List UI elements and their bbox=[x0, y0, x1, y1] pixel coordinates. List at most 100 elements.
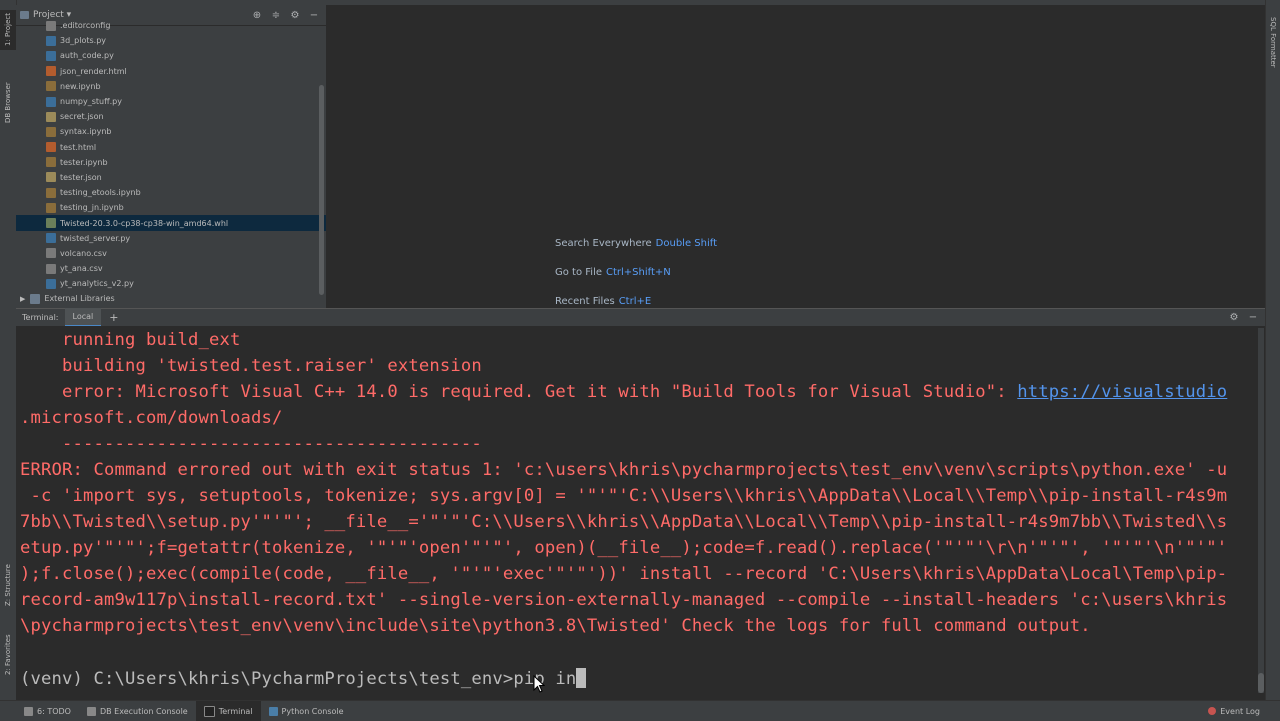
file-py-icon bbox=[46, 233, 56, 244]
terminal-line-text: ---------------------------------------- bbox=[20, 434, 482, 454]
file-tree-item[interactable]: .editorconfig bbox=[16, 18, 326, 33]
file-tree-item[interactable]: new.ipynb bbox=[16, 79, 326, 94]
db-browser-tool-tab-label: DB Browser bbox=[4, 82, 12, 124]
file-nb-icon bbox=[46, 81, 56, 92]
file-py-icon bbox=[46, 50, 56, 61]
file-tree-item-label: numpy_stuff.py bbox=[60, 97, 122, 107]
python-icon bbox=[268, 706, 278, 716]
file-py-icon bbox=[46, 278, 56, 289]
structure-tool-tab-label: Z: Structure bbox=[4, 564, 12, 606]
terminal-line: building 'twisted.test.raiser' extension bbox=[20, 356, 482, 376]
event-log-icon bbox=[1208, 707, 1217, 715]
file-tree-item[interactable]: Twisted-20.3.0-cp38-cp38-win_amd64.whl bbox=[16, 215, 326, 231]
python-console-label: Python Console bbox=[281, 706, 344, 716]
file-nb-icon bbox=[46, 157, 56, 168]
file-html-icon bbox=[46, 66, 56, 77]
terminal-line: .microsoft.com/downloads/ bbox=[20, 408, 282, 428]
file-tree-item-label: new.ipynb bbox=[60, 81, 101, 91]
file-tree-item-label: test.html bbox=[60, 142, 97, 152]
file-tree-item-label: auth_code.py bbox=[60, 51, 114, 61]
python-console-button[interactable]: Python Console bbox=[261, 701, 352, 721]
file-tree-item-label: json_render.html bbox=[60, 66, 127, 76]
event-log-button[interactable]: Event Log bbox=[1200, 701, 1280, 721]
search-everywhere-hint: Search Everywhere Double Shift bbox=[555, 238, 717, 249]
terminal-line: 7bb\\Twisted\\setup.py'"'"'; __file__='"… bbox=[20, 512, 1227, 532]
terminal-line: running build_ext bbox=[20, 330, 240, 350]
terminal-line: -c 'import sys, setuptools, tokenize; sy… bbox=[20, 486, 1227, 506]
minimize-icon[interactable]: − bbox=[1246, 312, 1260, 323]
file-tree-item[interactable]: yt_analytics_v2.py bbox=[16, 276, 326, 291]
terminal-line: ERROR: Command errored out with exit sta… bbox=[20, 460, 1227, 480]
file-json-icon bbox=[46, 172, 56, 183]
terminal-line: etup.py'"'"';f=getattr(tokenize, '"'"'op… bbox=[20, 538, 1227, 558]
left-tool-strip: 1: Project DB Browser Z: Structure 2: Fa… bbox=[0, 0, 17, 700]
file-tree-item[interactable]: tester.ipynb bbox=[16, 155, 326, 170]
terminal-output[interactable]: running build_ext building 'twisted.test… bbox=[16, 326, 1256, 700]
file-tree-item[interactable]: tester.json bbox=[16, 170, 326, 185]
file-html-icon bbox=[46, 142, 56, 153]
external-libraries-item[interactable]: ▶ External Libraries bbox=[16, 291, 326, 306]
project-panel: Project ▾ ⊕ ≑ ⚙ − .editorconfig 3d_plots.… bbox=[16, 5, 326, 308]
terminal-line-text: record-am9w117p\install-record.txt' --si… bbox=[20, 590, 1228, 610]
terminal-scrollbar[interactable] bbox=[1258, 328, 1264, 693]
file-tree-item[interactable]: test.html bbox=[16, 140, 326, 155]
editor-area[interactable]: Search Everywhere Double Shift Go to File… bbox=[327, 5, 1265, 308]
terminal-line: record-am9w117p\install-record.txt' --si… bbox=[20, 590, 1227, 610]
terminal-line-text: );f.close();exec(compile(code, __file__,… bbox=[20, 564, 1228, 584]
terminal-tab-local[interactable]: Local bbox=[64, 308, 102, 327]
search-everywhere-label: Search Everywhere bbox=[555, 238, 652, 249]
structure-tool-tab[interactable]: Z: Structure bbox=[0, 560, 16, 610]
favorites-tool-tab[interactable]: 2: Favorites bbox=[0, 630, 16, 680]
file-nb-icon bbox=[46, 202, 56, 213]
file-tree-item-label: yt_analytics_v2.py bbox=[60, 279, 134, 289]
file-tree-item[interactable]: secret.json bbox=[16, 109, 326, 124]
file-tree-item[interactable]: 3d_plots.py bbox=[16, 33, 326, 48]
file-json-icon bbox=[46, 111, 56, 122]
file-tree-item[interactable]: json_render.html bbox=[16, 64, 326, 79]
right-tool-strip: SQL Formatter bbox=[1265, 0, 1280, 700]
todo-tool-button[interactable]: 6: TODO bbox=[0, 701, 79, 721]
database-icon bbox=[86, 706, 96, 716]
terminal-prompt-text: (venv) C:\Users\khris\PycharmProjects\te… bbox=[20, 669, 577, 689]
file-tree-item-label: twisted_server.py bbox=[60, 233, 131, 243]
file-tree-item[interactable]: numpy_stuff.py bbox=[16, 94, 326, 109]
gear-icon[interactable]: ⚙ bbox=[1227, 312, 1241, 323]
mouse-cursor-icon bbox=[533, 675, 545, 693]
favorites-tool-tab-label: 2: Favorites bbox=[4, 634, 12, 676]
terminal-tool-button[interactable]: Terminal bbox=[195, 701, 261, 721]
sql-formatter-tool-tab-label: SQL Formatter bbox=[1269, 17, 1277, 68]
db-browser-tool-tab[interactable]: DB Browser bbox=[0, 78, 16, 128]
file-nb-icon bbox=[46, 187, 56, 198]
todo-icon bbox=[24, 706, 33, 716]
file-tree-item-label: volcano.csv bbox=[60, 248, 107, 258]
terminal-prompt-line[interactable]: (venv) C:\Users\khris\PycharmProjects\te… bbox=[20, 668, 587, 689]
search-everywhere-shortcut: Double Shift bbox=[655, 238, 718, 249]
file-tree-item[interactable]: volcano.csv bbox=[16, 246, 326, 261]
file-tree-item[interactable]: testing_etools.ipynb bbox=[16, 185, 326, 200]
file-tree-item-label: .editorconfig bbox=[60, 21, 111, 31]
file-tree-item[interactable]: auth_code.py bbox=[16, 48, 326, 63]
build-tools-link[interactable]: https://visualstudio bbox=[1017, 382, 1227, 402]
go-to-file-label: Go to File bbox=[555, 267, 602, 278]
recent-files-label: Recent Files bbox=[555, 296, 615, 307]
file-tree-item[interactable]: twisted_server.py bbox=[16, 231, 326, 246]
go-to-file-shortcut: Ctrl+Shift+N bbox=[606, 267, 671, 278]
new-terminal-tab-button[interactable]: + bbox=[109, 311, 118, 324]
file-tree-item-label: syntax.ipynb bbox=[60, 127, 112, 137]
project-scrollbar[interactable] bbox=[319, 85, 324, 295]
file-nb-icon bbox=[46, 126, 56, 137]
terminal-scrollbar-thumb[interactable] bbox=[1258, 673, 1264, 693]
todo-label: 6: TODO bbox=[37, 706, 71, 716]
file-tree-item[interactable]: yt_ana.csv bbox=[16, 261, 326, 276]
project-tool-tab-label: 1: Project bbox=[4, 13, 12, 47]
file-tree-item[interactable]: syntax.ipynb bbox=[16, 124, 326, 139]
chevron-right-icon: ▶ bbox=[20, 294, 26, 303]
db-execution-console-button[interactable]: DB Execution Console bbox=[79, 701, 196, 721]
terminal-icon bbox=[203, 705, 215, 717]
project-tool-tab[interactable]: 1: Project bbox=[0, 10, 16, 50]
file-tree-item[interactable]: testing_jn.ipynb bbox=[16, 200, 326, 215]
terminal-line: ---------------------------------------- bbox=[20, 434, 482, 454]
sql-formatter-tool-tab[interactable]: SQL Formatter bbox=[1266, 15, 1280, 70]
terminal-line-text: building 'twisted.test.raiser' extension bbox=[20, 356, 482, 376]
file-py-icon bbox=[46, 96, 56, 107]
